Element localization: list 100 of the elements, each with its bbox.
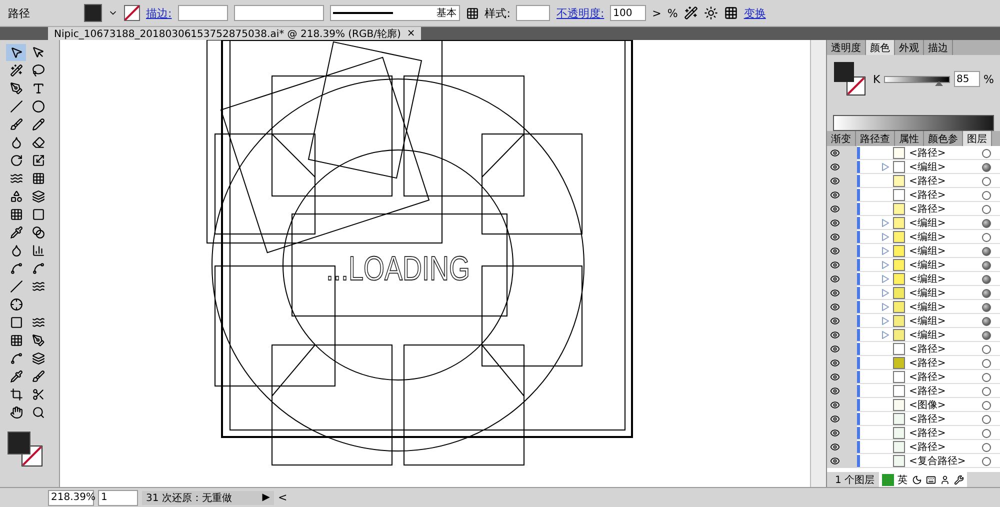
target-circle-icon[interactable]: [982, 302, 991, 312]
target-circle-icon[interactable]: [982, 246, 991, 256]
eye-icon[interactable]: [830, 442, 840, 452]
layer-name[interactable]: <图像>: [909, 398, 982, 412]
target-circle-icon[interactable]: [982, 414, 991, 424]
paint-icon[interactable]: [32, 370, 44, 383]
layer-name[interactable]: <路径>: [909, 440, 982, 454]
document-tab[interactable]: Nipic_10673188_20180306153752875038.ai* @ 218.39% (RGB/轮廓) ×: [48, 27, 422, 40]
eye-icon[interactable]: [830, 246, 840, 256]
layer-name[interactable]: <编组>: [909, 272, 982, 286]
target-circle-icon[interactable]: [982, 456, 991, 466]
fill-stroke-icon[interactable]: [833, 61, 867, 97]
layer-name[interactable]: <编组>: [909, 160, 982, 174]
eye-icon[interactable]: [830, 218, 840, 228]
stroke-weight-field[interactable]: [178, 5, 228, 21]
eye-icon[interactable]: [830, 148, 840, 158]
line-icon[interactable]: [10, 100, 22, 113]
stroke-profile-field[interactable]: 基本: [330, 5, 460, 21]
layer-name[interactable]: <编组>: [909, 216, 982, 230]
wave-shape-icon[interactable]: [32, 316, 44, 329]
eye-icon[interactable]: [830, 344, 840, 354]
ime-language[interactable]: 英: [898, 472, 908, 486]
eye-icon[interactable]: [830, 274, 840, 284]
opacity-link[interactable]: 不透明度:: [556, 6, 604, 20]
type-icon[interactable]: [32, 82, 44, 95]
layer-name[interactable]: <路径>: [909, 356, 982, 370]
target-circle-icon[interactable]: [982, 372, 991, 382]
k-value-field[interactable]: 85: [954, 71, 980, 87]
eye-icon[interactable]: [830, 162, 840, 172]
eye-icon[interactable]: [830, 386, 840, 396]
magic-wand-icon[interactable]: [10, 64, 22, 77]
layer-name[interactable]: <路径>: [909, 412, 982, 426]
layer-name[interactable]: <编组>: [909, 314, 982, 328]
target-circle-icon[interactable]: [982, 316, 991, 326]
panel-tab[interactable]: 颜色: [866, 40, 895, 55]
style-field[interactable]: [516, 5, 550, 21]
layer-name[interactable]: <路径>: [909, 188, 982, 202]
vertical-scrollbar[interactable]: [810, 40, 826, 487]
fill-swatch[interactable]: [84, 4, 102, 22]
target-circle-icon[interactable]: [982, 218, 991, 228]
target-circle-icon[interactable]: [982, 190, 991, 200]
panel-tab[interactable]: 图层: [963, 131, 992, 146]
eye-icon[interactable]: [830, 456, 840, 466]
layer-name[interactable]: <编组>: [909, 300, 982, 314]
shape-builder-icon[interactable]: [10, 190, 22, 203]
no-stroke-icon[interactable]: [124, 5, 140, 21]
eye-icon[interactable]: [830, 414, 840, 424]
layer-name[interactable]: <路径>: [909, 202, 982, 216]
artboard-field[interactable]: 1: [98, 490, 138, 506]
pencil-icon[interactable]: [32, 118, 44, 131]
wave-icon[interactable]: [32, 280, 44, 293]
keyboard-icon[interactable]: [926, 474, 936, 484]
layer-name[interactable]: <路径>: [909, 426, 982, 440]
target-circle-icon[interactable]: [982, 148, 991, 158]
brush-icon[interactable]: [10, 118, 22, 131]
wrench-icon[interactable]: [954, 474, 964, 484]
ellipse-icon[interactable]: [32, 100, 44, 113]
layer-name[interactable]: <路径>: [909, 174, 982, 188]
layer-name[interactable]: <路径>: [909, 384, 982, 398]
pen-icon[interactable]: [10, 82, 22, 95]
eraser-icon[interactable]: [32, 136, 44, 149]
eye-icon[interactable]: [830, 400, 840, 410]
hand-icon[interactable]: [10, 406, 22, 419]
close-button[interactable]: ×: [406, 28, 416, 39]
graph-icon[interactable]: [32, 244, 44, 257]
target-circle-icon[interactable]: [982, 386, 991, 396]
eye-icon[interactable]: [830, 316, 840, 326]
layer-name[interactable]: <编组>: [909, 230, 982, 244]
target-circle-icon[interactable]: [982, 162, 991, 172]
eye-icon[interactable]: [830, 204, 840, 214]
target-circle-icon[interactable]: [982, 442, 991, 452]
zoom-icon[interactable]: [32, 406, 44, 419]
scale-icon[interactable]: [32, 154, 44, 167]
target-circle-icon[interactable]: [982, 330, 991, 340]
stroke-link[interactable]: 描边:: [146, 6, 172, 20]
history-status[interactable]: 31 次还原：无重做 ▶: [142, 490, 274, 504]
target-circle-icon[interactable]: [982, 358, 991, 368]
eye-icon[interactable]: [830, 358, 840, 368]
eye-icon[interactable]: [830, 190, 840, 200]
transform-link[interactable]: 变换: [744, 6, 766, 20]
ime-logo-icon[interactable]: [882, 474, 894, 486]
scroll-left-arrow[interactable]: <: [278, 491, 288, 504]
zoom-field[interactable]: 218.39%: [48, 490, 94, 506]
target-circle-icon[interactable]: [982, 232, 991, 242]
user-icon[interactable]: [940, 474, 950, 484]
crosshair-icon[interactable]: [10, 298, 22, 311]
opacity-field[interactable]: 100: [610, 5, 646, 21]
layer-name[interactable]: <编组>: [909, 328, 982, 342]
eye-icon[interactable]: [830, 428, 840, 438]
target-circle-icon[interactable]: [982, 400, 991, 410]
lasso-icon[interactable]: [32, 64, 44, 77]
eye-icon[interactable]: [830, 302, 840, 312]
direct-selection-icon[interactable]: [32, 46, 44, 59]
fill-stroke-icon[interactable]: [6, 430, 44, 468]
layer-name[interactable]: <路径>: [909, 146, 982, 160]
scissors-icon[interactable]: [32, 388, 44, 401]
eye-icon[interactable]: [830, 232, 840, 242]
layer-name[interactable]: <路径>: [909, 342, 982, 356]
ime-toolbar[interactable]: 英: [878, 472, 967, 487]
curve-icon[interactable]: [10, 262, 22, 275]
